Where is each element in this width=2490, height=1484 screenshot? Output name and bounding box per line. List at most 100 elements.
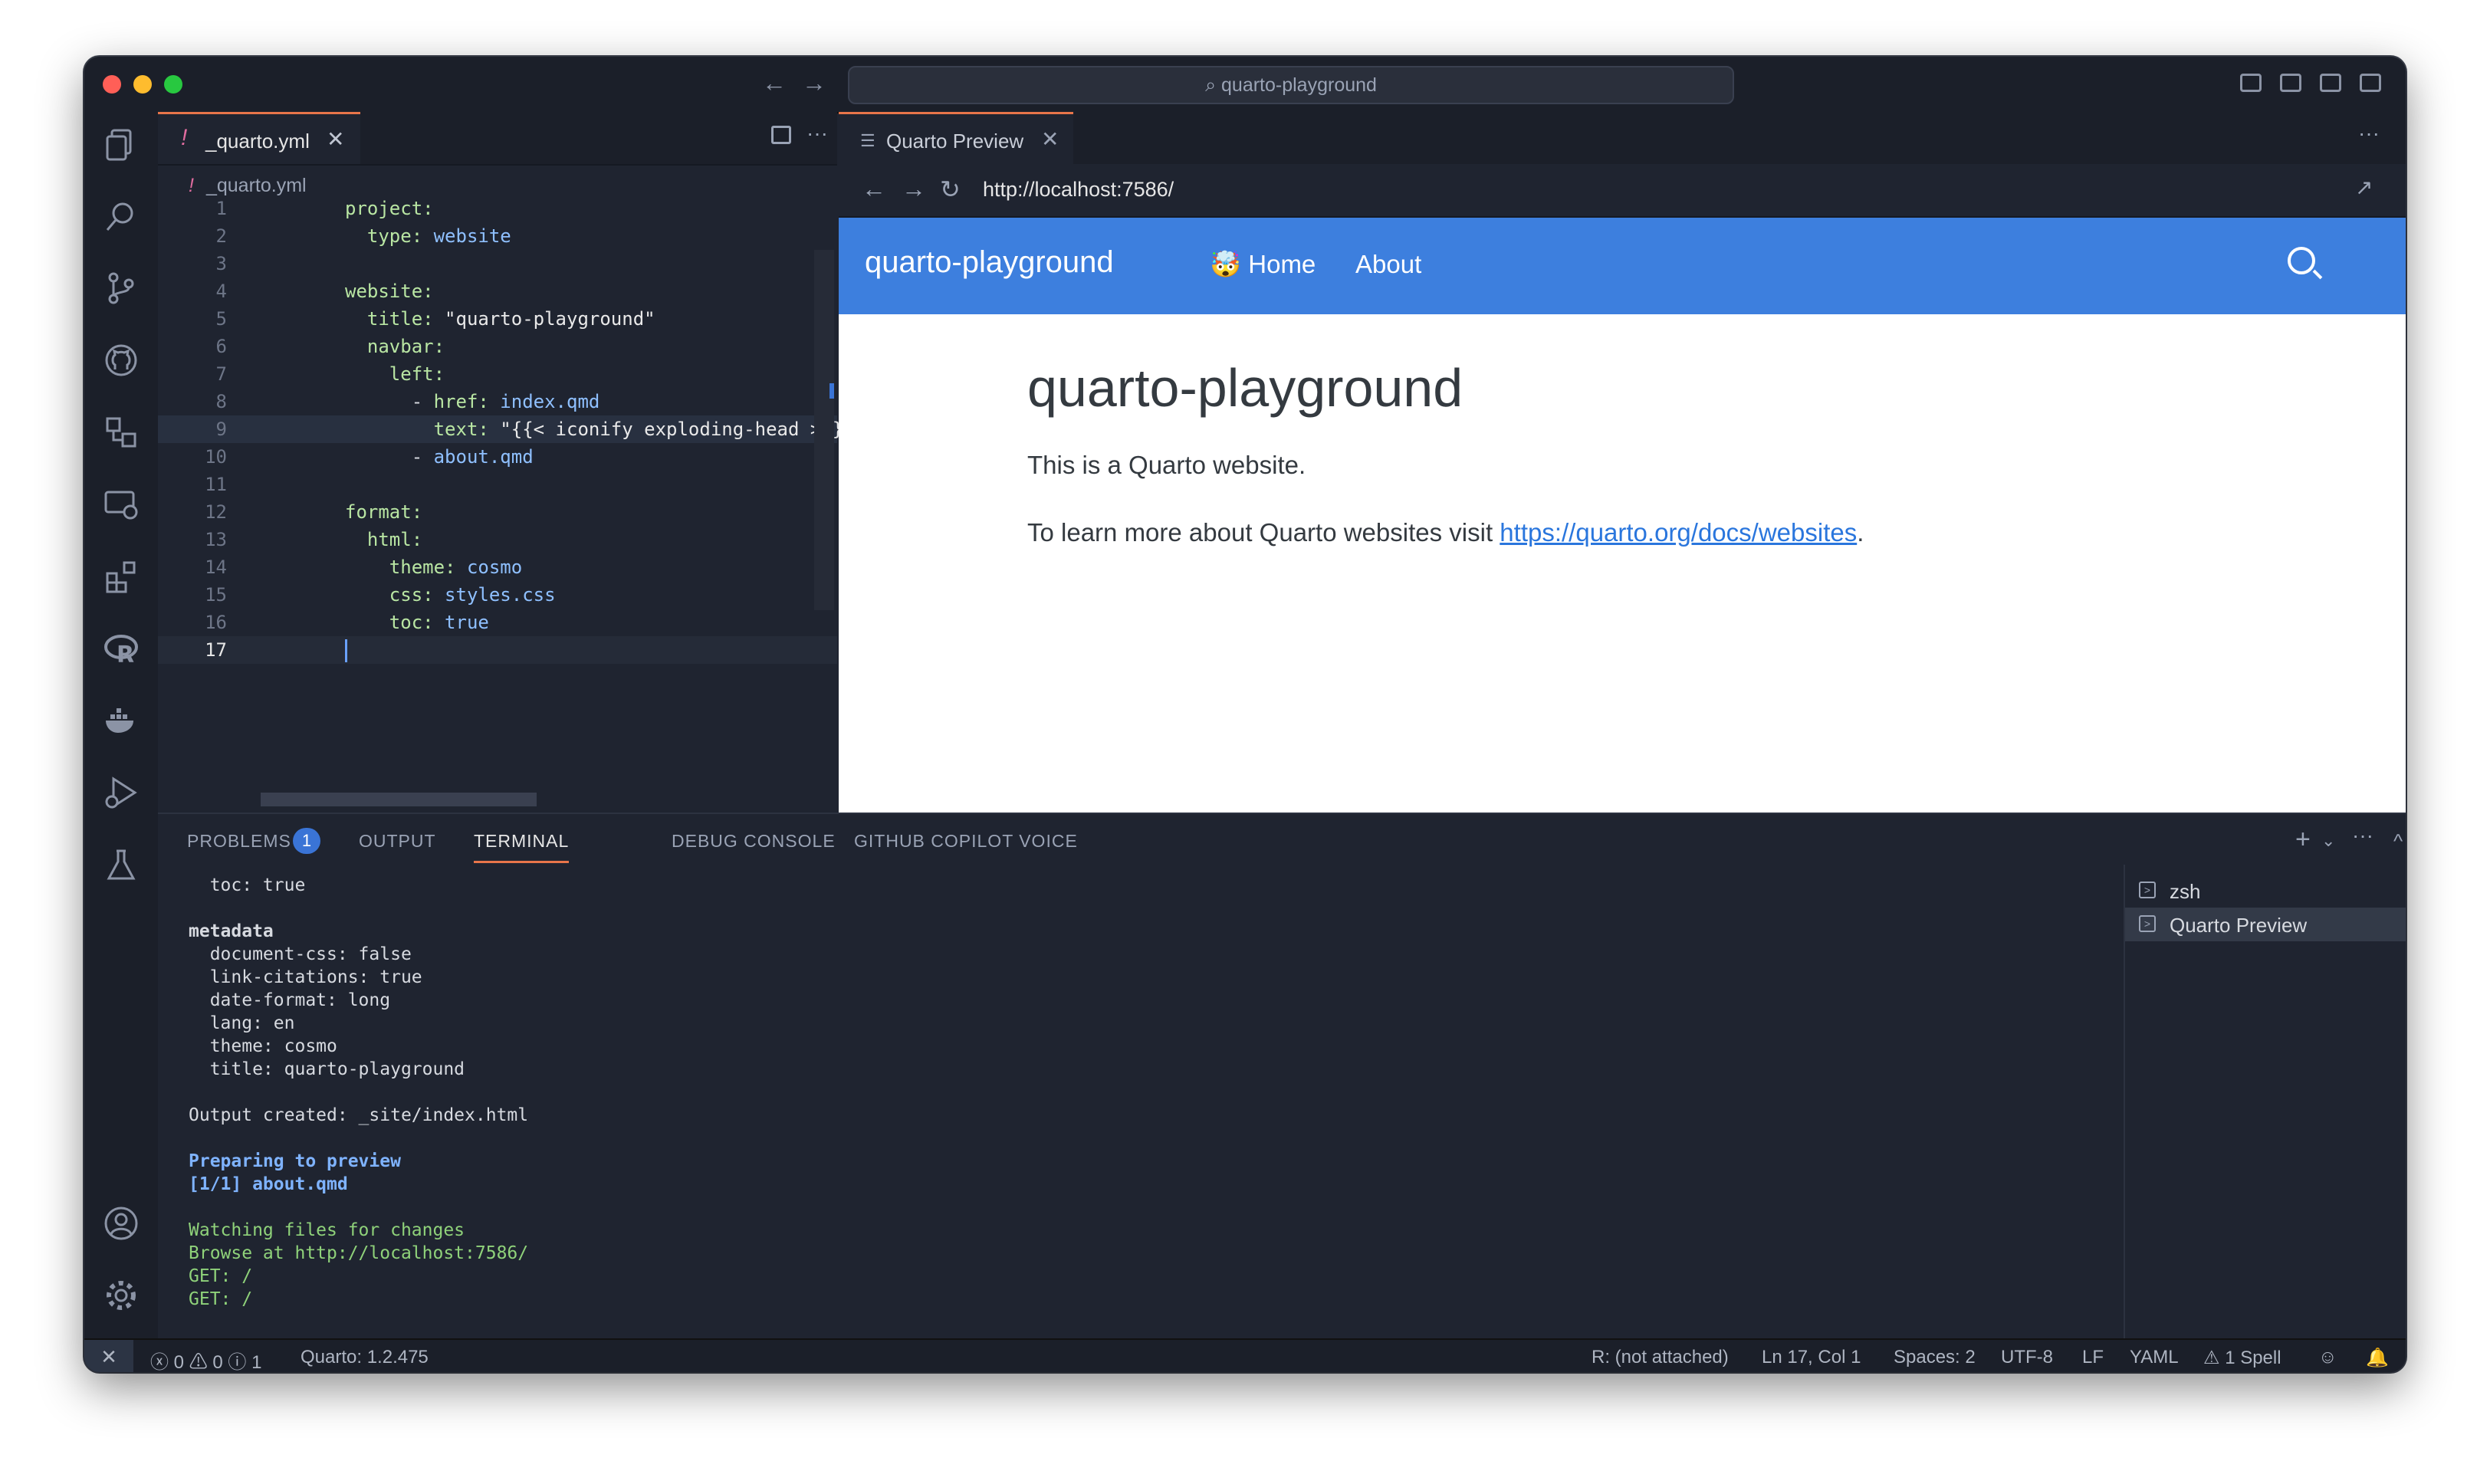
- yaml-key: toc:: [389, 612, 434, 633]
- command-center[interactable]: ⌕ quarto-playground: [848, 66, 1734, 104]
- indentation-status[interactable]: Spaces: 2: [1894, 1347, 1976, 1368]
- yaml-key: navbar:: [366, 336, 445, 357]
- code-line[interactable]: 5 title: "quarto-playground": [158, 305, 837, 333]
- svg-text:R: R: [117, 642, 134, 667]
- customize-layout-icon[interactable]: [2360, 74, 2381, 92]
- nav-about-link[interactable]: About: [1355, 250, 1421, 279]
- terminal-output[interactable]: toc: true metadata document-css: false li…: [189, 874, 528, 1311]
- search-icon[interactable]: [103, 198, 140, 235]
- code-line[interactable]: 14 theme: cosmo: [158, 553, 837, 581]
- notifications-bell-icon[interactable]: 🔔: [2366, 1347, 2389, 1369]
- url-field[interactable]: http://localhost:7586/: [983, 178, 1174, 202]
- testing-icon[interactable]: [103, 846, 140, 883]
- title-bar: ← → ⌕ quarto-playground: [84, 57, 2406, 113]
- maximize-window-button[interactable]: [164, 75, 182, 94]
- learn-more-text: To learn more about Quarto websites visi…: [1027, 518, 1500, 547]
- code-line[interactable]: 3: [158, 250, 837, 277]
- toggle-secondary-sidebar-icon[interactable]: [2320, 74, 2341, 92]
- close-tab-icon[interactable]: ✕: [1041, 126, 1059, 152]
- language-mode[interactable]: YAML: [2130, 1347, 2179, 1368]
- new-terminal-icon[interactable]: +: [2295, 825, 2311, 855]
- r-session-status[interactable]: R: (not attached): [1592, 1347, 1729, 1368]
- remote-window-icon[interactable]: [103, 486, 140, 523]
- files-icon[interactable]: [103, 126, 140, 163]
- run-debug-icon[interactable]: [103, 774, 140, 811]
- code-area[interactable]: 1 project: 2 type: website 3 4 website: 5 titl…: [158, 195, 910, 664]
- remote-explorer-icon[interactable]: [103, 414, 140, 451]
- tab-label: _quarto.yml: [205, 130, 310, 153]
- horizontal-scrollbar[interactable]: [261, 793, 537, 806]
- code-line[interactable]: 13 html:: [158, 526, 837, 553]
- code-text: format:: [345, 498, 422, 526]
- tab-terminal[interactable]: TERMINAL: [474, 831, 570, 863]
- terminal-item-quarto-preview[interactable]: > Quarto Preview: [2125, 908, 2406, 941]
- docker-icon[interactable]: [103, 702, 140, 739]
- tab-github-copilot-voice[interactable]: GITHUB COPILOT VOICE: [854, 831, 1078, 852]
- r-icon[interactable]: R: [103, 630, 140, 667]
- toggle-panel-icon[interactable]: [2280, 74, 2301, 92]
- tab-quarto-yml[interactable]: ! _quarto.yml ✕: [158, 112, 360, 164]
- code-line[interactable]: 8 - href: index.qmd: [158, 388, 837, 415]
- code-line[interactable]: 4 website:: [158, 277, 837, 305]
- encoding-status[interactable]: UTF-8: [2001, 1347, 2053, 1368]
- extensions-icon[interactable]: [103, 558, 140, 595]
- quarto-preview-pane: ☰ Quarto Preview ✕ ··· ← → ↻ http://loca…: [839, 112, 2406, 813]
- chevron-down-icon[interactable]: ⌄: [2321, 831, 2335, 851]
- code-line[interactable]: 9 text: "{{< iconify exploding-head >}} …: [158, 415, 910, 443]
- copilot-icon[interactable]: ☺: [2318, 1347, 2337, 1368]
- remote-indicator-icon[interactable]: ✕: [84, 1340, 133, 1372]
- cursor-position[interactable]: Ln 17, Col 1: [1762, 1347, 1861, 1368]
- minimize-window-button[interactable]: [133, 75, 152, 94]
- toggle-primary-sidebar-icon[interactable]: [2240, 74, 2262, 92]
- line-number: 1: [215, 198, 227, 219]
- back-arrow-icon[interactable]: ←: [762, 69, 787, 97]
- code-line[interactable]: 17: [158, 636, 837, 664]
- quarto-docs-link[interactable]: https://quarto.org/docs/websites: [1500, 518, 1857, 547]
- close-tab-icon[interactable]: ✕: [327, 126, 344, 152]
- code-line[interactable]: 15 css: styles.css: [158, 581, 837, 609]
- forward-arrow-icon[interactable]: →: [802, 69, 826, 97]
- tab-debug-console[interactable]: DEBUG CONSOLE: [672, 831, 836, 852]
- github-icon[interactable]: [103, 342, 140, 379]
- back-arrow-icon[interactable]: ←: [862, 175, 886, 203]
- spell-status[interactable]: ⚠ 1 Spell: [2203, 1347, 2281, 1369]
- breadcrumb[interactable]: ! _quarto.yml: [189, 175, 307, 197]
- problems-status[interactable]: ⓧ 0 ⚠ 0 ⓘ 1: [150, 1347, 261, 1372]
- code-line[interactable]: 10 - about.qmd: [158, 443, 837, 471]
- reload-icon[interactable]: ↻: [940, 175, 961, 204]
- yaml-key: text:: [433, 419, 489, 440]
- more-actions-icon[interactable]: ···: [806, 121, 828, 146]
- open-external-icon[interactable]: ↗: [2355, 175, 2373, 200]
- close-window-button[interactable]: [103, 75, 121, 94]
- account-icon[interactable]: [103, 1205, 140, 1242]
- source-control-icon[interactable]: [103, 270, 140, 307]
- code-line[interactable]: 2 type: website: [158, 222, 837, 250]
- site-search-icon[interactable]: [2288, 247, 2315, 274]
- vertical-scrollbar[interactable]: [814, 250, 834, 610]
- settings-gear-icon[interactable]: [103, 1277, 140, 1314]
- code-line[interactable]: 16 toc: true: [158, 609, 837, 636]
- text-cursor: [345, 639, 347, 662]
- site-brand[interactable]: quarto-playground: [865, 245, 1114, 280]
- yaml-value: true: [433, 612, 489, 633]
- eol-status[interactable]: LF: [2082, 1347, 2104, 1368]
- tab-output[interactable]: OUTPUT: [359, 831, 436, 852]
- forward-arrow-icon[interactable]: →: [902, 175, 926, 203]
- quarto-version[interactable]: Quarto: 1.2.475: [301, 1347, 429, 1368]
- more-actions-icon[interactable]: ···: [2352, 823, 2373, 848]
- nav-home-link[interactable]: 🤯 Home: [1210, 250, 1316, 280]
- tab-problems[interactable]: PROBLEMS: [187, 831, 291, 852]
- terminal-item-zsh[interactable]: > zsh: [2125, 874, 2406, 908]
- maximize-panel-icon[interactable]: ^: [2393, 829, 2403, 853]
- code-line[interactable]: 6 navbar:: [158, 333, 837, 360]
- code-line[interactable]: 12 format:: [158, 498, 837, 526]
- more-actions-icon[interactable]: ···: [2358, 121, 2380, 146]
- split-editor-icon[interactable]: [771, 126, 791, 144]
- code-line[interactable]: 11: [158, 471, 837, 498]
- code-line[interactable]: 7 left:: [158, 360, 837, 388]
- breadcrumb-label: _quarto.yml: [205, 175, 307, 196]
- preview-doc-icon: ☰: [860, 131, 875, 150]
- tab-quarto-preview[interactable]: ☰ Quarto Preview ✕: [839, 112, 1073, 164]
- code-line[interactable]: 1 project:: [158, 195, 837, 222]
